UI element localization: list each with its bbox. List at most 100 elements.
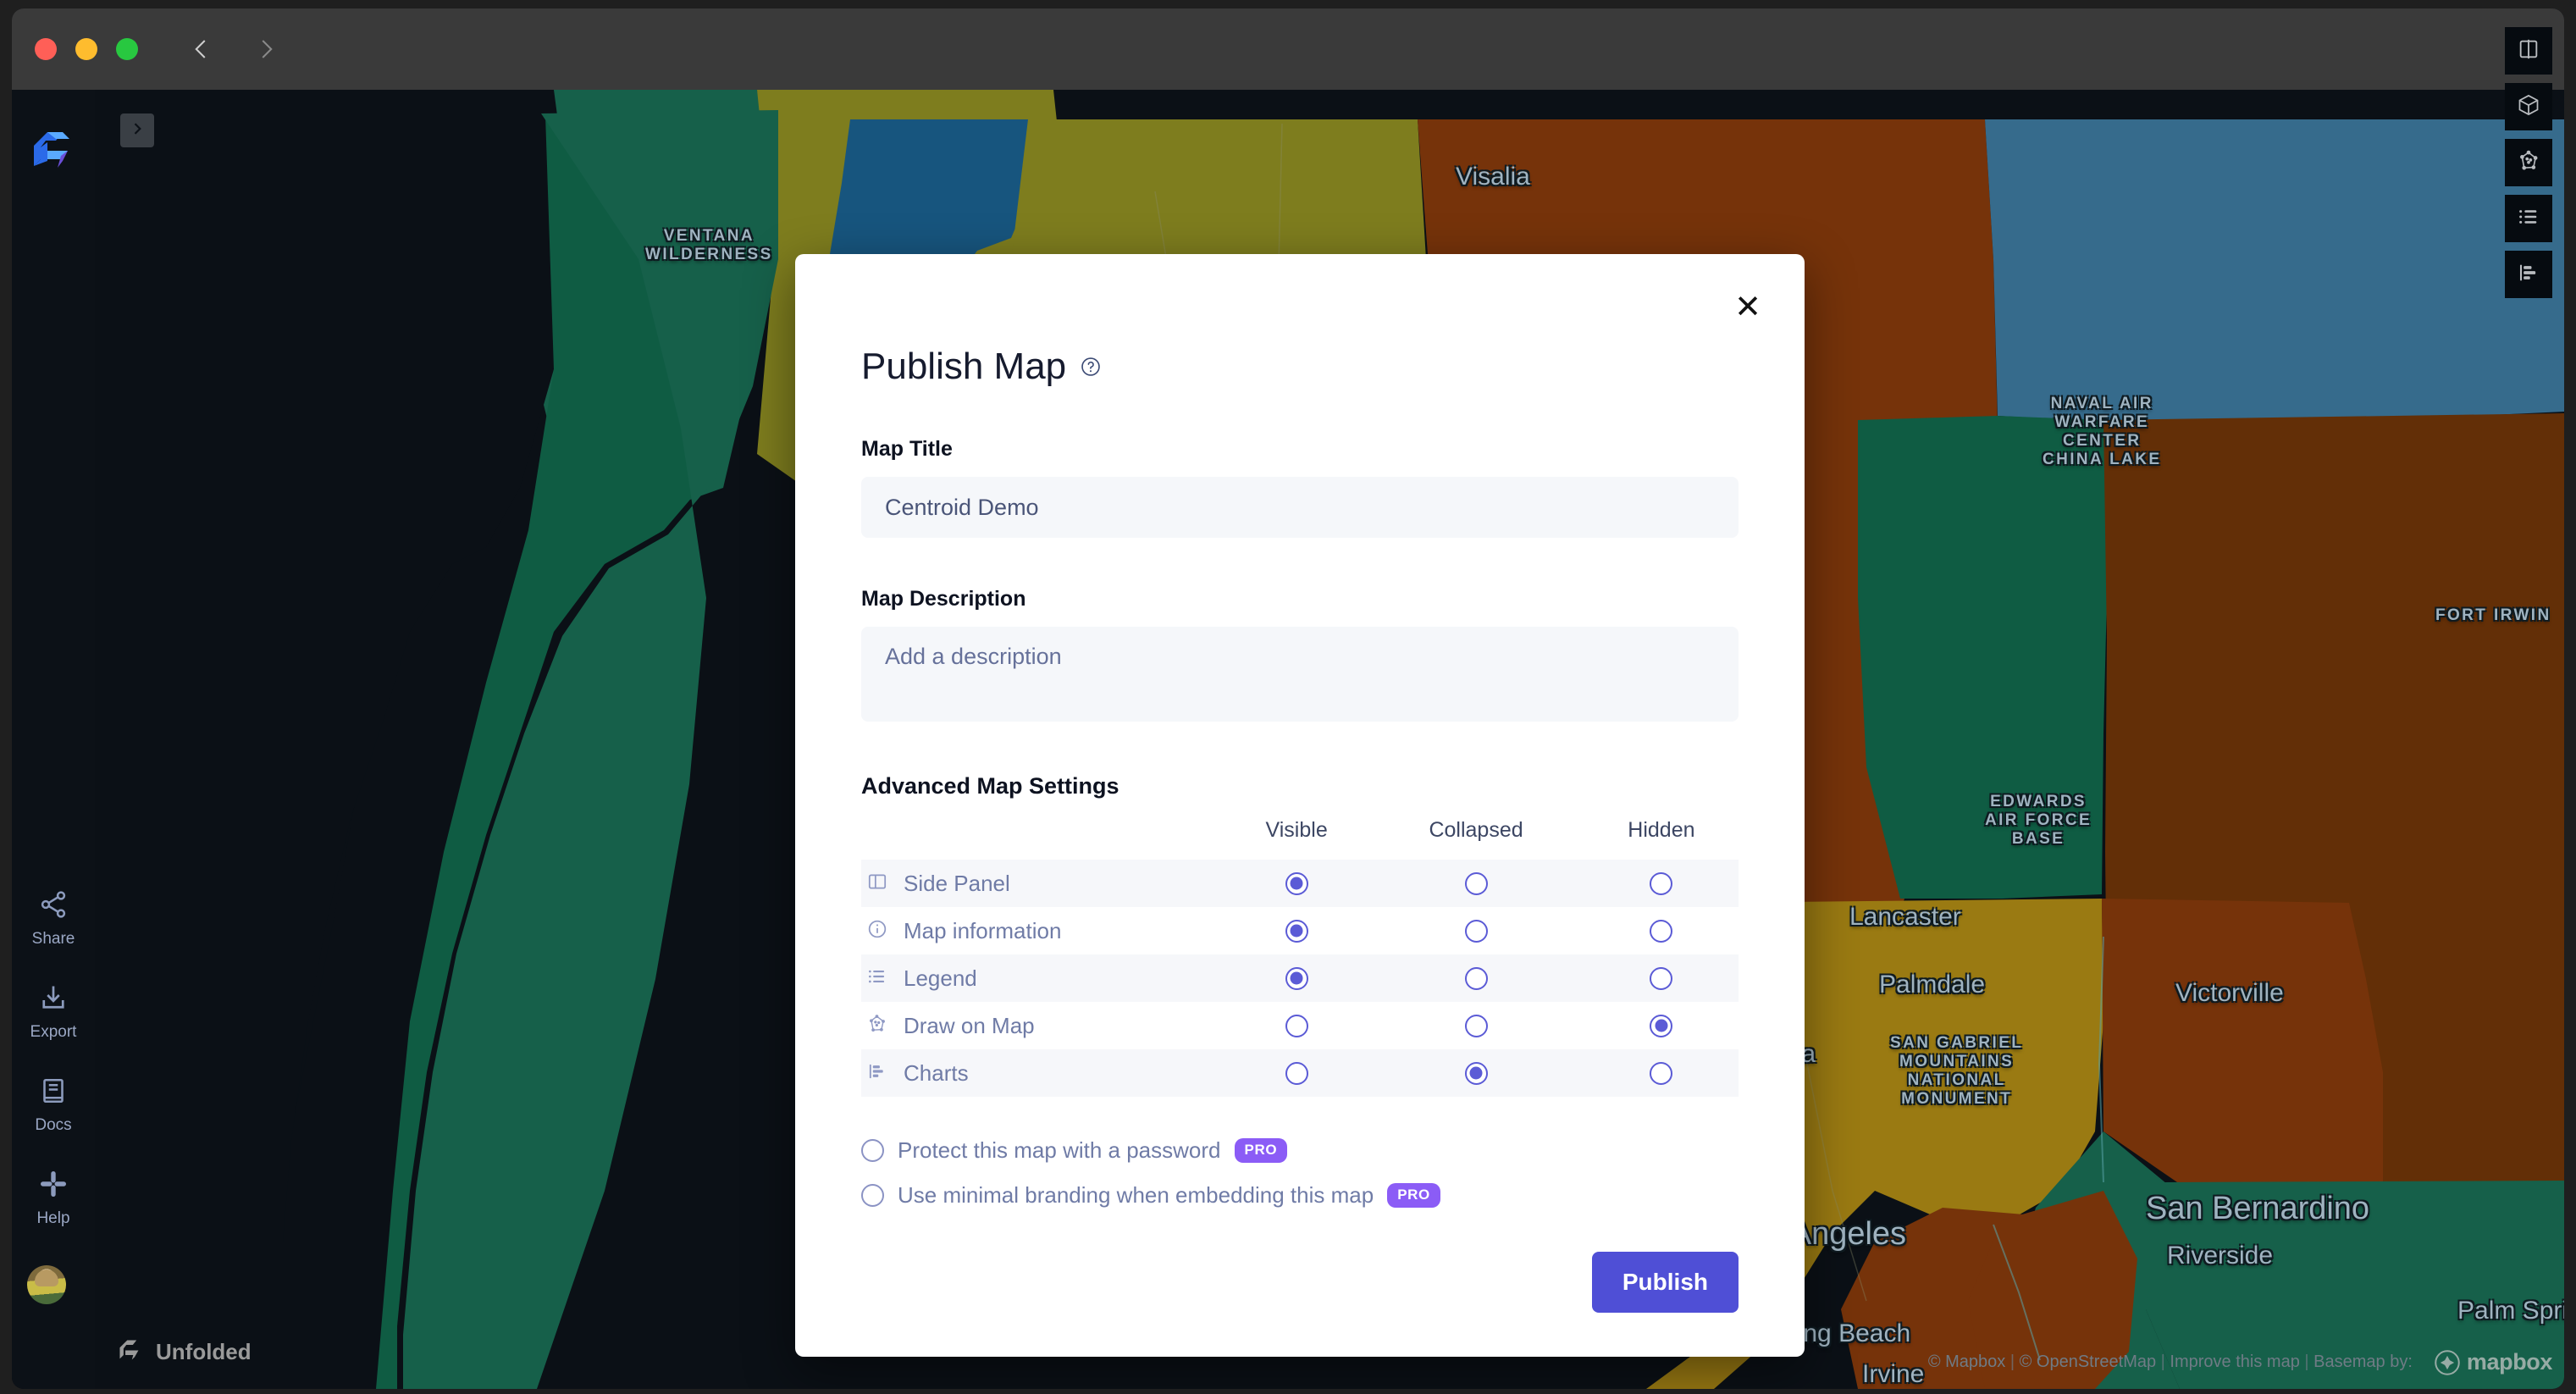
download-icon bbox=[38, 982, 69, 1017]
sidebar-item-docs[interactable]: Docs bbox=[35, 1076, 72, 1135]
question-circle-icon[interactable] bbox=[1080, 356, 1102, 378]
unfolded-brand: Unfolded bbox=[115, 1336, 252, 1369]
status-badge: PRO bbox=[1234, 1138, 1288, 1163]
radio-cell-visible[interactable] bbox=[1225, 860, 1368, 907]
mapbox-logo[interactable]: mapbox bbox=[2435, 1349, 2552, 1375]
forward-arrow-icon[interactable] bbox=[253, 36, 279, 62]
radio-cell-hidden[interactable] bbox=[1584, 1049, 1739, 1097]
attr-improve-link[interactable]: Improve this map bbox=[2170, 1353, 2299, 1371]
radio-visible[interactable] bbox=[1285, 1014, 1308, 1037]
right-toolbar bbox=[2505, 27, 2552, 298]
window-titlebar bbox=[12, 8, 2564, 90]
column-header-visible: Visible bbox=[1265, 818, 1328, 842]
sidebar-item-label: Export bbox=[30, 1023, 77, 1041]
row-label: Charts bbox=[904, 1059, 969, 1086]
row-label-cell: Map information bbox=[861, 907, 1225, 954]
row-label: Side Panel bbox=[904, 870, 1010, 896]
radio-cell-hidden[interactable] bbox=[1584, 860, 1739, 907]
radio-hidden[interactable] bbox=[1650, 871, 1673, 895]
close-icon[interactable]: ✕ bbox=[1730, 290, 1766, 325]
publish-map-dialog: ✕ Publish Map Map Title Map Description … bbox=[795, 254, 1805, 1357]
radio-visible[interactable] bbox=[1285, 919, 1308, 943]
radio-hidden[interactable] bbox=[1650, 966, 1673, 990]
radio-cell-collapsed[interactable] bbox=[1368, 907, 1584, 954]
radio-collapsed[interactable] bbox=[1464, 1014, 1488, 1037]
protect-password-checkbox[interactable] bbox=[861, 1139, 884, 1162]
attr-mapbox[interactable]: © Mapbox bbox=[1928, 1353, 2005, 1371]
radio-cell-visible[interactable] bbox=[1225, 907, 1368, 954]
sidebar-item-export[interactable]: Export bbox=[30, 982, 77, 1042]
radio-cell-collapsed[interactable] bbox=[1368, 860, 1584, 907]
avatar[interactable] bbox=[27, 1265, 66, 1304]
radio-cell-visible[interactable] bbox=[1225, 954, 1368, 1002]
advanced-settings-heading: Advanced Map Settings bbox=[861, 773, 1119, 799]
studio-logo-icon[interactable] bbox=[25, 124, 78, 180]
share-icon bbox=[38, 889, 69, 924]
row-label-cell: Legend bbox=[861, 954, 1225, 1002]
radio-cell-collapsed[interactable] bbox=[1368, 1049, 1584, 1097]
attr-sep: | bbox=[2160, 1353, 2165, 1371]
draw-on-map-toggle-button[interactable] bbox=[2505, 139, 2552, 186]
rail-actions: Share Export Docs Help bbox=[12, 889, 95, 1228]
radio-collapsed[interactable] bbox=[1464, 1061, 1488, 1085]
radio-cell-hidden[interactable] bbox=[1584, 907, 1739, 954]
minimal-branding-checkbox[interactable] bbox=[861, 1184, 884, 1207]
sidebar-item-label: Docs bbox=[35, 1116, 72, 1134]
polygon-draw-icon bbox=[866, 1013, 888, 1039]
publish-button[interactable]: Publish bbox=[1591, 1252, 1739, 1313]
map-description-input[interactable] bbox=[861, 627, 1739, 722]
attr-osm[interactable]: © OpenStreetMap bbox=[2020, 1353, 2156, 1371]
radio-cell-hidden[interactable] bbox=[1584, 1002, 1739, 1049]
radio-collapsed[interactable] bbox=[1464, 919, 1488, 943]
table-header-blank bbox=[861, 818, 1225, 860]
extra-options: Protect this map with a password PRO Use… bbox=[861, 1137, 1739, 1209]
map-description-label: Map Description bbox=[861, 587, 1026, 611]
option-protect-password[interactable]: Protect this map with a password PRO bbox=[861, 1137, 1739, 1164]
sidebar-item-help[interactable]: Help bbox=[36, 1169, 70, 1228]
panel-toggle-button[interactable] bbox=[120, 113, 154, 147]
polygon-draw-icon bbox=[2517, 149, 2540, 177]
charts-toggle-button[interactable] bbox=[2505, 251, 2552, 298]
mapbox-logo-text: mapbox bbox=[2466, 1349, 2553, 1375]
status-badge: PRO bbox=[1387, 1183, 1440, 1208]
radio-cell-hidden[interactable] bbox=[1584, 954, 1739, 1002]
radio-cell-collapsed[interactable] bbox=[1368, 1002, 1584, 1049]
map-3d-toggle-button[interactable] bbox=[2505, 83, 2552, 130]
radio-cell-visible[interactable] bbox=[1225, 1002, 1368, 1049]
row-label-cell: Charts bbox=[861, 1049, 1225, 1097]
radio-cell-visible[interactable] bbox=[1225, 1049, 1368, 1097]
map-title-input[interactable] bbox=[861, 477, 1739, 538]
sidebar-item-share[interactable]: Share bbox=[32, 889, 75, 949]
side-panel-toggle-button[interactable] bbox=[2505, 27, 2552, 75]
radio-hidden[interactable] bbox=[1650, 1061, 1673, 1085]
table-row: Side Panel bbox=[861, 860, 1739, 907]
table-row: Legend bbox=[861, 954, 1739, 1002]
table-row: Draw on Map bbox=[861, 1002, 1739, 1049]
option-minimal-branding[interactable]: Use minimal branding when embedding this… bbox=[861, 1182, 1739, 1209]
column-header-collapsed: Collapsed bbox=[1429, 818, 1523, 842]
attribution-text[interactable]: © Mapbox | © OpenStreetMap | Improve thi… bbox=[1928, 1353, 2413, 1372]
attr-sep: | bbox=[2304, 1353, 2309, 1371]
radio-collapsed[interactable] bbox=[1464, 966, 1488, 990]
table-row: Charts bbox=[861, 1049, 1739, 1097]
bar-chart-icon bbox=[2517, 261, 2540, 289]
radio-collapsed[interactable] bbox=[1464, 871, 1488, 895]
info-circle-icon bbox=[866, 918, 888, 944]
legend-toggle-button[interactable] bbox=[2505, 195, 2552, 242]
row-label: Draw on Map bbox=[904, 1012, 1035, 1038]
back-arrow-icon[interactable] bbox=[189, 36, 214, 62]
close-window-button[interactable] bbox=[35, 38, 57, 60]
map-attribution: © Mapbox | © OpenStreetMap | Improve thi… bbox=[1928, 1349, 2552, 1375]
radio-hidden[interactable] bbox=[1650, 1014, 1673, 1037]
option-label: Protect this map with a password bbox=[898, 1137, 1221, 1163]
maximize-window-button[interactable] bbox=[116, 38, 138, 60]
minimize-window-button[interactable] bbox=[75, 38, 97, 60]
radio-cell-collapsed[interactable] bbox=[1368, 954, 1584, 1002]
unfolded-logo-icon bbox=[115, 1336, 144, 1369]
radio-visible[interactable] bbox=[1285, 1061, 1308, 1085]
cube-3d-icon bbox=[2517, 93, 2540, 121]
radio-visible[interactable] bbox=[1285, 871, 1308, 895]
attr-basemap-by: Basemap by: bbox=[2313, 1353, 2413, 1371]
radio-hidden[interactable] bbox=[1650, 919, 1673, 943]
radio-visible[interactable] bbox=[1285, 966, 1308, 990]
